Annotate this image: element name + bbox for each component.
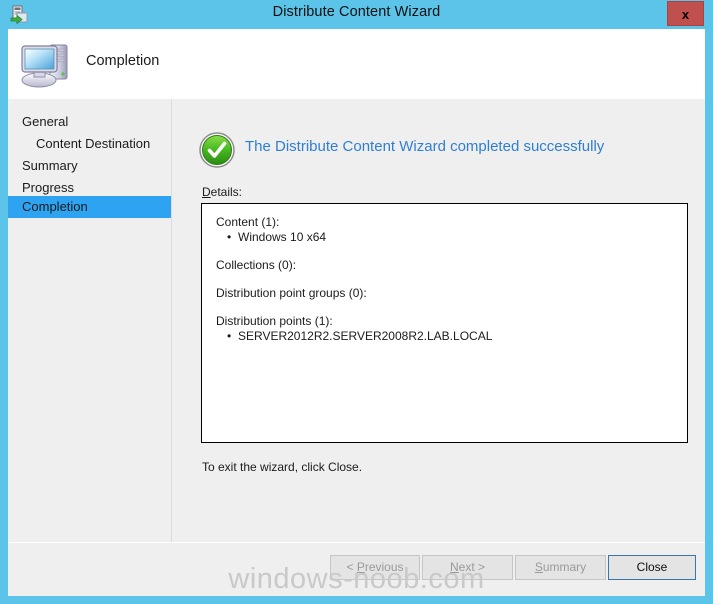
title-bar: Distribute Content Wizard x (0, 0, 713, 29)
green-check-circle-icon (199, 132, 235, 168)
window-title: Distribute Content Wizard (0, 4, 713, 20)
detail-heading: Distribution point groups (0): (216, 286, 687, 301)
summary-accesskey: S (535, 560, 543, 574)
list-item: Windows 10 x64 (238, 230, 687, 245)
close-button[interactable]: Close (608, 555, 696, 580)
detail-group-collections: Collections (0): (216, 258, 687, 273)
wizard-window: Distribute Content Wizard x (0, 0, 713, 604)
main-pane: The Distribute Content Wizard completed … (172, 99, 705, 596)
next-suffix: ext > (459, 560, 485, 574)
detail-heading: Distribution points (1): (216, 314, 687, 329)
details-accesskey: D (202, 185, 211, 199)
details-box[interactable]: Content (1): Windows 10 x64 Collections … (201, 203, 688, 443)
body-area: General Content Destination Summary Prog… (8, 99, 705, 596)
list-item: SERVER2012R2.SERVER2008R2.LAB.LOCAL (238, 329, 687, 344)
next-button[interactable]: Next > (422, 555, 513, 580)
status-message: The Distribute Content Wizard completed … (245, 138, 604, 155)
page-title: Completion (86, 53, 159, 69)
detail-group-content: Content (1): Windows 10 x64 (216, 215, 687, 245)
details-content: Content (1): Windows 10 x64 Collections … (202, 204, 687, 344)
detail-item-list: Windows 10 x64 (216, 230, 687, 245)
sidebar-item-general[interactable]: General (8, 111, 171, 133)
computer-icon (18, 37, 74, 91)
previous-suffix: revious (365, 560, 404, 574)
footer-button-bar: < Previous Next > Summary Close (8, 543, 705, 596)
sidebar-item-summary[interactable]: Summary (8, 155, 171, 177)
details-label-rest: etails: (211, 185, 242, 199)
detail-group-distribution-points: Distribution points (1): SERVER2012R2.SE… (216, 314, 687, 344)
details-label: Details: (202, 185, 242, 199)
detail-heading: Collections (0): (216, 258, 687, 273)
sidebar-item-completion[interactable]: Completion (8, 196, 171, 218)
detail-heading: Content (1): (216, 215, 687, 230)
summary-suffix: ummary (543, 560, 586, 574)
previous-button[interactable]: < Previous (330, 555, 420, 580)
previous-prefix: < (346, 560, 356, 574)
close-icon[interactable]: x (667, 1, 704, 26)
previous-accesskey: P (357, 560, 365, 574)
next-accesskey: N (450, 560, 459, 574)
close-suffix: Close (637, 560, 668, 574)
sidebar-item-content-destination[interactable]: Content Destination (8, 133, 171, 155)
header-banner: Completion (8, 29, 705, 99)
wizard-steps-sidebar: General Content Destination Summary Prog… (8, 99, 171, 596)
detail-item-list: SERVER2012R2.SERVER2008R2.LAB.LOCAL (216, 329, 687, 344)
summary-button[interactable]: Summary (515, 555, 606, 580)
exit-instruction: To exit the wizard, click Close. (202, 460, 362, 474)
detail-group-dp-groups: Distribution point groups (0): (216, 286, 687, 301)
